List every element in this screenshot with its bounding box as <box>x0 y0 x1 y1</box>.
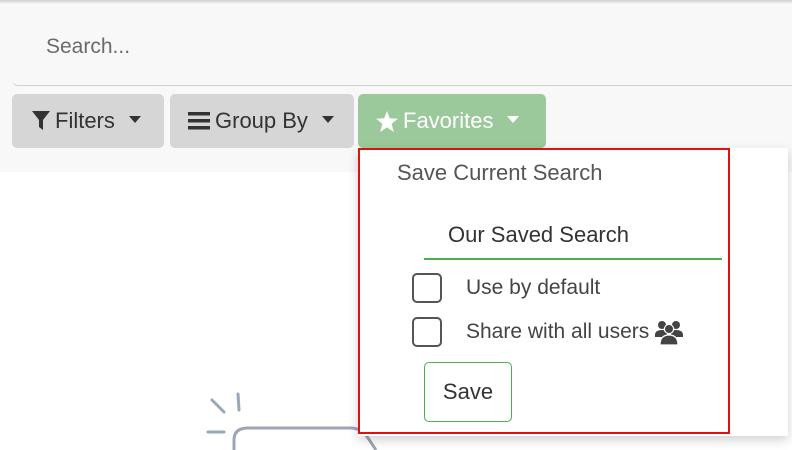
chevron-down-icon <box>321 115 334 123</box>
users-icon <box>655 319 684 345</box>
search-bar <box>12 12 792 86</box>
list-icon <box>188 112 210 130</box>
use-by-default-checkbox[interactable] <box>412 273 442 303</box>
use-by-default-row[interactable]: Use by default <box>412 273 600 303</box>
group-by-label: Group By <box>215 108 308 133</box>
chevron-down-icon <box>507 115 520 123</box>
save-button[interactable]: Save <box>424 362 512 422</box>
group-by-button[interactable]: Group By <box>170 94 354 148</box>
filters-button[interactable]: Filters <box>12 94 164 148</box>
save-current-search-title: Save Current Search <box>397 160 603 185</box>
search-input[interactable] <box>12 12 772 82</box>
share-with-all-users-row[interactable]: Share with all users <box>412 317 684 347</box>
share-with-all-users-checkbox[interactable] <box>412 317 442 347</box>
star-icon <box>376 110 398 132</box>
top-shadow <box>0 0 792 4</box>
chevron-down-icon <box>128 115 141 123</box>
filters-label: Filters <box>55 108 115 133</box>
favorites-label: Favorites <box>403 108 494 133</box>
filter-icon <box>32 111 50 131</box>
share-with-all-users-label: Share with all users <box>466 320 650 343</box>
favorites-button[interactable]: Favorites <box>358 94 546 148</box>
saved-search-name-input[interactable] <box>424 212 722 260</box>
use-by-default-label: Use by default <box>466 276 601 299</box>
